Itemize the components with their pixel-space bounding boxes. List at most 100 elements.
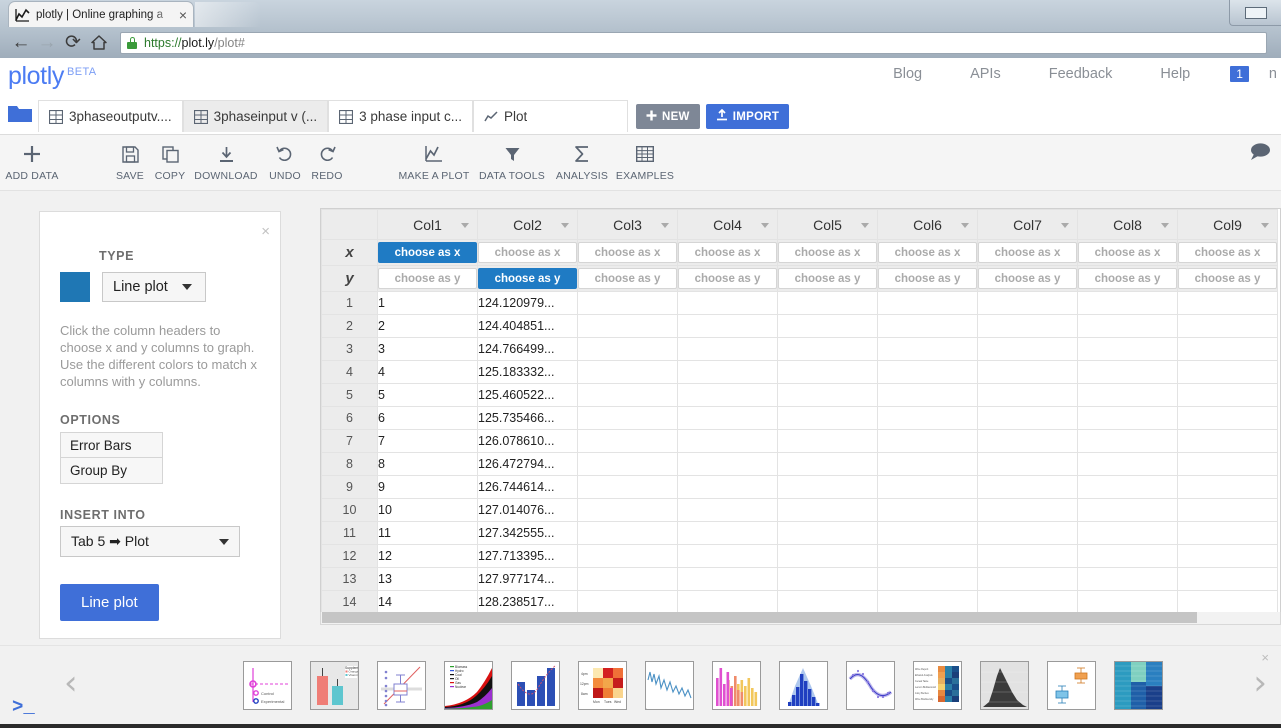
window-controls[interactable] — [1229, 0, 1281, 26]
close-icon[interactable]: × — [179, 8, 187, 22]
close-icon[interactable]: × — [261, 224, 270, 239]
grid-cell[interactable] — [577, 291, 678, 315]
nav-help[interactable]: Help — [1136, 66, 1214, 82]
line-series-thumbnail[interactable]: JanFeb MarApr — [645, 661, 694, 710]
grid-cell[interactable] — [577, 544, 678, 568]
file-tab-1[interactable]: 3phaseinput v (... — [182, 100, 329, 132]
choose-y-col4[interactable]: choose as y — [677, 265, 778, 292]
grid-cell[interactable] — [1177, 521, 1278, 545]
stacked-bar-thumbnail[interactable] — [712, 661, 761, 710]
grid-cell[interactable]: 127.014076... — [477, 498, 578, 522]
grid-cell[interactable] — [877, 429, 978, 453]
file-tab-3[interactable]: Plot — [472, 100, 628, 132]
density-thumbnail[interactable] — [980, 661, 1029, 710]
chevron-down-icon[interactable] — [461, 223, 469, 228]
color-swatch[interactable] — [60, 272, 90, 302]
grid-cell[interactable] — [1177, 291, 1278, 315]
chevron-down-icon[interactable] — [761, 223, 769, 228]
grid-cell[interactable] — [677, 429, 778, 453]
stacked-area-thumbnail[interactable]: Biomass Hydro Coal Oil Gas Nuclear — [444, 661, 493, 710]
choose-as-y-chip[interactable]: choose as y — [1078, 268, 1177, 289]
grid-cell[interactable]: 124.404851... — [477, 314, 578, 338]
grid-cell[interactable]: 125.735466... — [477, 406, 578, 430]
choose-as-x-chip[interactable]: choose as x — [978, 242, 1077, 263]
grid-cell[interactable]: 127.977174... — [477, 567, 578, 591]
chevron-down-icon[interactable] — [1161, 223, 1169, 228]
grid-cell[interactable] — [777, 406, 878, 430]
grid-cell[interactable] — [1177, 567, 1278, 591]
new-button[interactable]: NEW — [635, 104, 700, 129]
brand-logo[interactable]: plotly BETA — [8, 62, 96, 91]
reload-button[interactable]: ⟳ — [60, 30, 86, 56]
forward-button[interactable]: → — [34, 30, 60, 56]
grid-cell[interactable] — [877, 498, 978, 522]
address-bar[interactable]: https://plot.ly/plot# — [120, 31, 1267, 54]
choose-as-x-chip[interactable]: choose as x — [478, 242, 577, 263]
choose-as-x-chip[interactable]: choose as x — [1178, 242, 1277, 263]
grid-cell[interactable] — [877, 360, 978, 384]
grid-cell[interactable] — [777, 475, 878, 499]
grid-cell[interactable]: 4 — [377, 360, 478, 384]
column-header-col6[interactable]: Col6 — [877, 209, 978, 240]
grid-cell[interactable] — [1177, 337, 1278, 361]
grid-cell[interactable] — [777, 291, 878, 315]
gallery-next-button[interactable]: › — [1253, 666, 1267, 700]
gallery-close-icon[interactable]: × — [1261, 650, 1269, 665]
file-tab-2[interactable]: 3 phase input c... — [328, 100, 473, 132]
nav-blog[interactable]: Blog — [869, 66, 946, 82]
grid-cell[interactable] — [977, 383, 1078, 407]
grid-cell[interactable] — [577, 452, 678, 476]
back-button[interactable]: ← — [8, 30, 34, 56]
grid-cell[interactable] — [1077, 475, 1178, 499]
grid-cell[interactable] — [1177, 498, 1278, 522]
sine-scatter-thumbnail[interactable] — [846, 661, 895, 710]
grid-cell[interactable]: 2 — [377, 314, 478, 338]
choose-as-y-chip[interactable]: choose as y — [978, 268, 1077, 289]
nav-apis[interactable]: APIs — [946, 66, 1025, 82]
column-header-col8[interactable]: Col8 — [1077, 209, 1178, 240]
grid-cell[interactable] — [877, 383, 978, 407]
grid-cell[interactable] — [977, 429, 1078, 453]
grid-cell[interactable] — [577, 521, 678, 545]
grid-cell[interactable] — [877, 337, 978, 361]
choose-y-col1[interactable]: choose as y — [377, 265, 478, 292]
choose-y-col8[interactable]: choose as y — [1077, 265, 1178, 292]
grid-cell[interactable] — [977, 475, 1078, 499]
grid-cell[interactable] — [777, 498, 878, 522]
grid-cell[interactable] — [577, 590, 678, 614]
add-data-button[interactable]: ADD DATA — [0, 143, 77, 182]
heatmap-thumbnail[interactable]: 4pm 12pm 8am Mon Tues Wed — [578, 661, 627, 710]
dot-plot-thumbnail[interactable]: Control Experimental — [243, 661, 292, 710]
choose-as-y-chip[interactable]: choose as y — [578, 268, 677, 289]
scrollbar-thumb[interactable] — [322, 612, 1197, 623]
data-grid[interactable]: Col1 Col2 Col3 Col4 Col5 Col6 Col7 Col8 … — [320, 208, 1281, 615]
grid-cell[interactable]: 6 — [377, 406, 478, 430]
grid-cell[interactable] — [677, 337, 778, 361]
choose-as-y-chip[interactable]: choose as y — [478, 268, 577, 289]
choose-x-col6[interactable]: choose as x — [877, 239, 978, 266]
grid-cell[interactable] — [777, 590, 878, 614]
column-header-col2[interactable]: Col2 — [477, 209, 578, 240]
choose-x-col2[interactable]: choose as x — [477, 239, 578, 266]
choose-y-col3[interactable]: choose as y — [577, 265, 678, 292]
grid-cell[interactable] — [1077, 360, 1178, 384]
grid-cell[interactable] — [1177, 406, 1278, 430]
choose-as-y-chip[interactable]: choose as y — [678, 268, 777, 289]
grid-cell[interactable] — [577, 383, 678, 407]
grid-cell[interactable] — [777, 360, 878, 384]
insert-into-select[interactable]: Tab 5 ➡ Plot — [60, 526, 240, 557]
gallery-prev-button[interactable]: ‹ — [64, 666, 78, 700]
grid-cell[interactable]: 7 — [377, 429, 478, 453]
grid-cell[interactable] — [977, 337, 1078, 361]
grid-cell[interactable]: 125.183332... — [477, 360, 578, 384]
grid-cell[interactable]: 5 — [377, 383, 478, 407]
grid-cell[interactable] — [1177, 429, 1278, 453]
grid-cell[interactable] — [977, 452, 1078, 476]
grid-cell[interactable] — [677, 567, 778, 591]
grid-cell[interactable]: 11 — [377, 521, 478, 545]
nav-truncated[interactable]: n — [1269, 66, 1281, 82]
grid-cell[interactable]: 10 — [377, 498, 478, 522]
grid-cell[interactable] — [777, 452, 878, 476]
grid-cell[interactable]: 9 — [377, 475, 478, 499]
grid-cell[interactable] — [677, 544, 778, 568]
